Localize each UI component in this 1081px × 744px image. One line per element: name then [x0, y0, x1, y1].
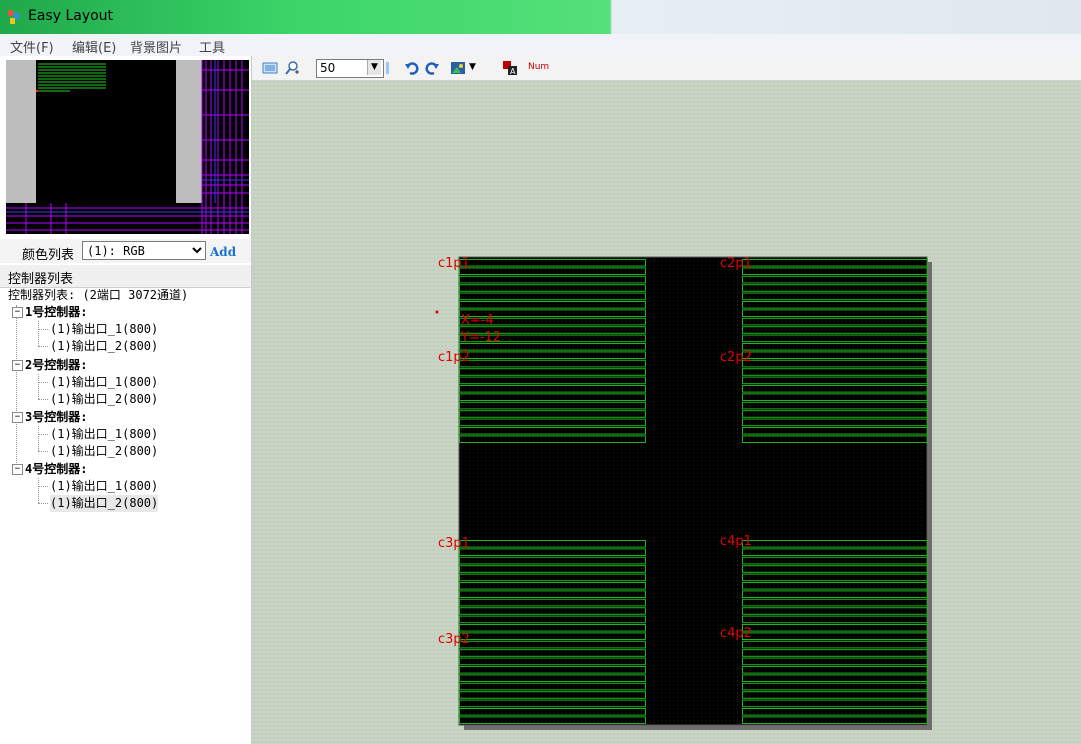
overview-preview: [6, 60, 249, 234]
port-label-c1p1[interactable]: c1p1: [438, 256, 470, 271]
port-label-c4p1[interactable]: c4p1: [720, 534, 752, 549]
tree-output-1-1[interactable]: (1)输出口_1(800): [50, 321, 158, 338]
tree-controller-2[interactable]: −2号控制器:: [12, 357, 87, 374]
port-label-c3p2[interactable]: c3p2: [438, 632, 470, 647]
tree-connector: [38, 399, 48, 400]
tree-output-4-1[interactable]: (1)输出口_1(800): [50, 478, 158, 495]
tree-connector: [38, 478, 39, 503]
app-icon: [8, 10, 19, 24]
collapse-icon[interactable]: −: [12, 412, 23, 423]
cursor-x-readout: X=-4: [461, 313, 494, 328]
tree-connector: [38, 503, 48, 504]
tree-output-1-2[interactable]: (1)输出口_2(800): [50, 338, 158, 355]
left-panel: 颜色列表 (1): RGB Add 控制器列表 控制器列表: (2端口 3072…: [0, 56, 252, 744]
tree-output-3-2[interactable]: (1)输出口_2(800): [50, 443, 158, 460]
overview-thumbnail[interactable]: [6, 60, 249, 234]
menu-background-image[interactable]: 背景图片: [130, 37, 182, 56]
controller-1-label: 1号控制器:: [25, 305, 88, 319]
tree-connector: [38, 329, 48, 330]
title-bar: Easy Layout: [0, 0, 1081, 34]
tree-connector: [16, 305, 17, 467]
tree-connector: [38, 451, 48, 452]
tree-root[interactable]: 控制器列表: (2端口 3072通道): [8, 287, 188, 304]
menu-bar: 文件(F) 编辑(E) 背景图片 工具: [0, 34, 1081, 57]
port-label-c1p2[interactable]: c1p2: [438, 350, 470, 365]
tree-output-3-1[interactable]: (1)输出口_1(800): [50, 426, 158, 443]
add-color-button[interactable]: Add: [210, 245, 236, 259]
tree-output-2-1[interactable]: (1)输出口_1(800): [50, 374, 158, 391]
cursor-y-readout: Y=-12: [460, 330, 501, 345]
port-label-c3p1[interactable]: c3p1: [438, 536, 470, 551]
collapse-icon[interactable]: −: [12, 307, 23, 318]
tree-controller-3[interactable]: −3号控制器:: [12, 409, 87, 426]
cursor-marker: [435, 310, 439, 314]
port-label-c4p2[interactable]: c4p2: [720, 626, 752, 641]
layout-canvas[interactable]: 50 ▼ ▼ A Num c1p1 c1p2 c2p1 c2p2 c3p1 c3…: [252, 56, 1081, 744]
menu-file[interactable]: 文件(F): [10, 37, 54, 56]
controller-2-label: 2号控制器:: [25, 358, 88, 372]
collapse-icon[interactable]: −: [12, 360, 23, 371]
tree-controller-4[interactable]: −4号控制器:: [12, 461, 87, 478]
menu-tools[interactable]: 工具: [199, 37, 225, 56]
tree-connector: [38, 434, 48, 435]
tree-connector: [38, 486, 48, 487]
tree-connector: [38, 426, 39, 451]
controller-list-header: 控制器列表: [0, 265, 251, 288]
tree-connector: [38, 346, 48, 347]
menu-edit[interactable]: 编辑(E): [72, 37, 116, 56]
collapse-icon[interactable]: −: [12, 464, 23, 475]
tree-controller-1[interactable]: −1号控制器:: [12, 304, 87, 321]
tree-output-2-2[interactable]: (1)输出口_2(800): [50, 391, 158, 408]
port-label-c2p2[interactable]: c2p2: [720, 350, 752, 365]
layout-drawing[interactable]: c1p1 c1p2 c2p1 c2p2 c3p1 c3p2 c4p1 c4p2 …: [252, 56, 1081, 744]
tree-connector: [38, 321, 39, 346]
controller-list-header-label: 控制器列表: [8, 272, 74, 287]
window-title: Easy Layout: [28, 8, 114, 24]
tree-output-4-2-selected[interactable]: (1)输出口_2(800): [50, 495, 159, 512]
controller-3-label: 3号控制器:: [25, 410, 88, 424]
controller-4-label: 4号控制器:: [25, 462, 88, 476]
port-label-c2p1[interactable]: c2p1: [720, 256, 752, 271]
led-panel[interactable]: [458, 256, 928, 726]
color-list-row: 颜色列表 (1): RGB Add: [0, 239, 251, 263]
color-list-label: 颜色列表: [22, 248, 75, 263]
tree-connector: [38, 374, 39, 399]
tree-connector: [38, 382, 48, 383]
color-list-select[interactable]: (1): RGB: [82, 241, 206, 260]
